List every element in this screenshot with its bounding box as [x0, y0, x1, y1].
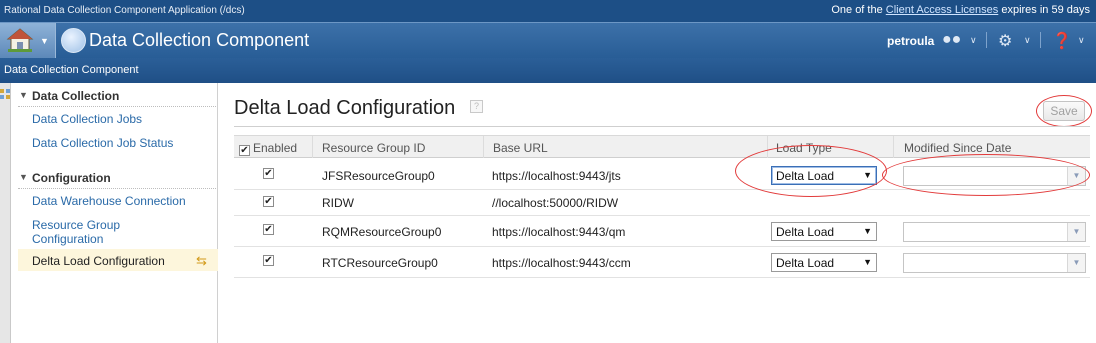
sidebar-item-resource-group-configuration[interactable]: Resource Group Configuration	[32, 218, 120, 246]
grid-icon[interactable]	[0, 89, 10, 99]
divider	[986, 32, 987, 48]
app-context-title: Rational Data Collection Component Appli…	[4, 5, 245, 16]
page-title: Delta Load Configuration	[234, 97, 456, 119]
home-icon	[6, 28, 34, 52]
resource-group-id: RQMResourceGroup0	[322, 225, 442, 239]
app-banner: ▼ Data Collection Component petroula ●● …	[0, 22, 1096, 59]
table-row: ✔ RTCResourceGroup0 https://localhost:94…	[234, 247, 1090, 278]
sync-icon: ⇆	[196, 253, 207, 268]
chevron-down-icon: ▼	[863, 226, 872, 236]
breadcrumb-label[interactable]: Data Collection Component	[4, 64, 139, 76]
base-url: https://localhost:9443/ccm	[492, 256, 631, 270]
chevron-down-icon[interactable]: ∨	[970, 35, 977, 46]
load-type-select[interactable]: Delta Load ▼	[771, 222, 877, 241]
home-menu-button[interactable]: ▼	[0, 23, 56, 59]
modified-since-date-field[interactable]: ▼	[903, 253, 1086, 273]
enabled-checkbox[interactable]: ✔	[263, 196, 274, 207]
license-notice: One of the Client Access Licenses expire…	[831, 4, 1090, 16]
chevron-down-icon: ▼	[40, 36, 49, 46]
chevron-down-icon[interactable]: ∨	[1078, 35, 1085, 46]
chevron-down-icon[interactable]: ∨	[1024, 35, 1031, 46]
collapse-triangle-icon: ▼	[19, 172, 28, 182]
app-icon	[61, 28, 86, 53]
collapse-triangle-icon: ▼	[19, 90, 28, 100]
resource-group-id: RIDW	[322, 196, 354, 210]
sidebar-nav: ▼ Data Collection Data Collection Jobs D…	[11, 83, 218, 343]
load-type-select[interactable]: Delta Load ▼	[771, 253, 877, 272]
table-row: ✔ RQMResourceGroup0 https://localhost:94…	[234, 216, 1090, 247]
divider	[1040, 32, 1041, 48]
column-header-resource-group-id[interactable]: Resource Group ID	[312, 136, 483, 158]
base-url: //localhost:50000/RIDW	[492, 196, 619, 210]
sidebar-item-data-collection-job-status[interactable]: Data Collection Job Status	[32, 136, 173, 150]
base-url: https://localhost:9443/qm	[492, 225, 626, 239]
help-icon[interactable]: ❓	[1052, 31, 1072, 51]
sidebar-item-data-warehouse-connection[interactable]: Data Warehouse Connection	[32, 194, 186, 208]
annotation-ellipse	[735, 145, 887, 197]
enabled-checkbox[interactable]: ✔	[263, 255, 274, 266]
sidebar-item-delta-load-configuration[interactable]: Delta Load Configuration	[32, 254, 165, 268]
modified-since-date-field[interactable]: ▼	[903, 222, 1086, 242]
annotation-ellipse	[882, 154, 1090, 196]
chevron-down-icon[interactable]: ▼	[1067, 254, 1085, 272]
help-icon[interactable]: ?	[470, 100, 483, 113]
left-rail	[0, 83, 11, 343]
sidebar-section-configuration[interactable]: ▼ Configuration	[18, 169, 216, 189]
sidebar-item-data-collection-jobs[interactable]: Data Collection Jobs	[32, 112, 142, 126]
select-all-checkbox[interactable]: ✔	[239, 145, 250, 156]
divider	[234, 126, 1090, 127]
column-header-enabled[interactable]: ✔ Enabled	[234, 136, 312, 158]
app-name: Data Collection Component	[89, 30, 310, 50]
resource-group-id: RTCResourceGroup0	[322, 256, 438, 270]
column-header-base-url[interactable]: Base URL	[483, 136, 767, 158]
top-info-bar: Rational Data Collection Component Appli…	[0, 0, 1096, 22]
base-url: https://localhost:9443/jts	[492, 169, 621, 183]
resource-group-id: JFSResourceGroup0	[322, 169, 435, 183]
enabled-checkbox[interactable]: ✔	[263, 168, 274, 179]
sidebar-section-data-collection[interactable]: ▼ Data Collection	[18, 87, 216, 107]
breadcrumb: Data Collection Component	[0, 58, 1096, 83]
annotation-ellipse	[1036, 95, 1092, 127]
client-access-licenses-link[interactable]: Client Access Licenses	[886, 4, 999, 16]
chevron-down-icon: ▼	[863, 257, 872, 267]
chevron-down-icon[interactable]: ▼	[1067, 223, 1085, 241]
enabled-checkbox[interactable]: ✔	[263, 224, 274, 235]
users-icon[interactable]: ●●	[942, 31, 961, 49]
user-name[interactable]: petroula	[887, 34, 934, 48]
gear-icon[interactable]: ⚙	[998, 31, 1012, 51]
